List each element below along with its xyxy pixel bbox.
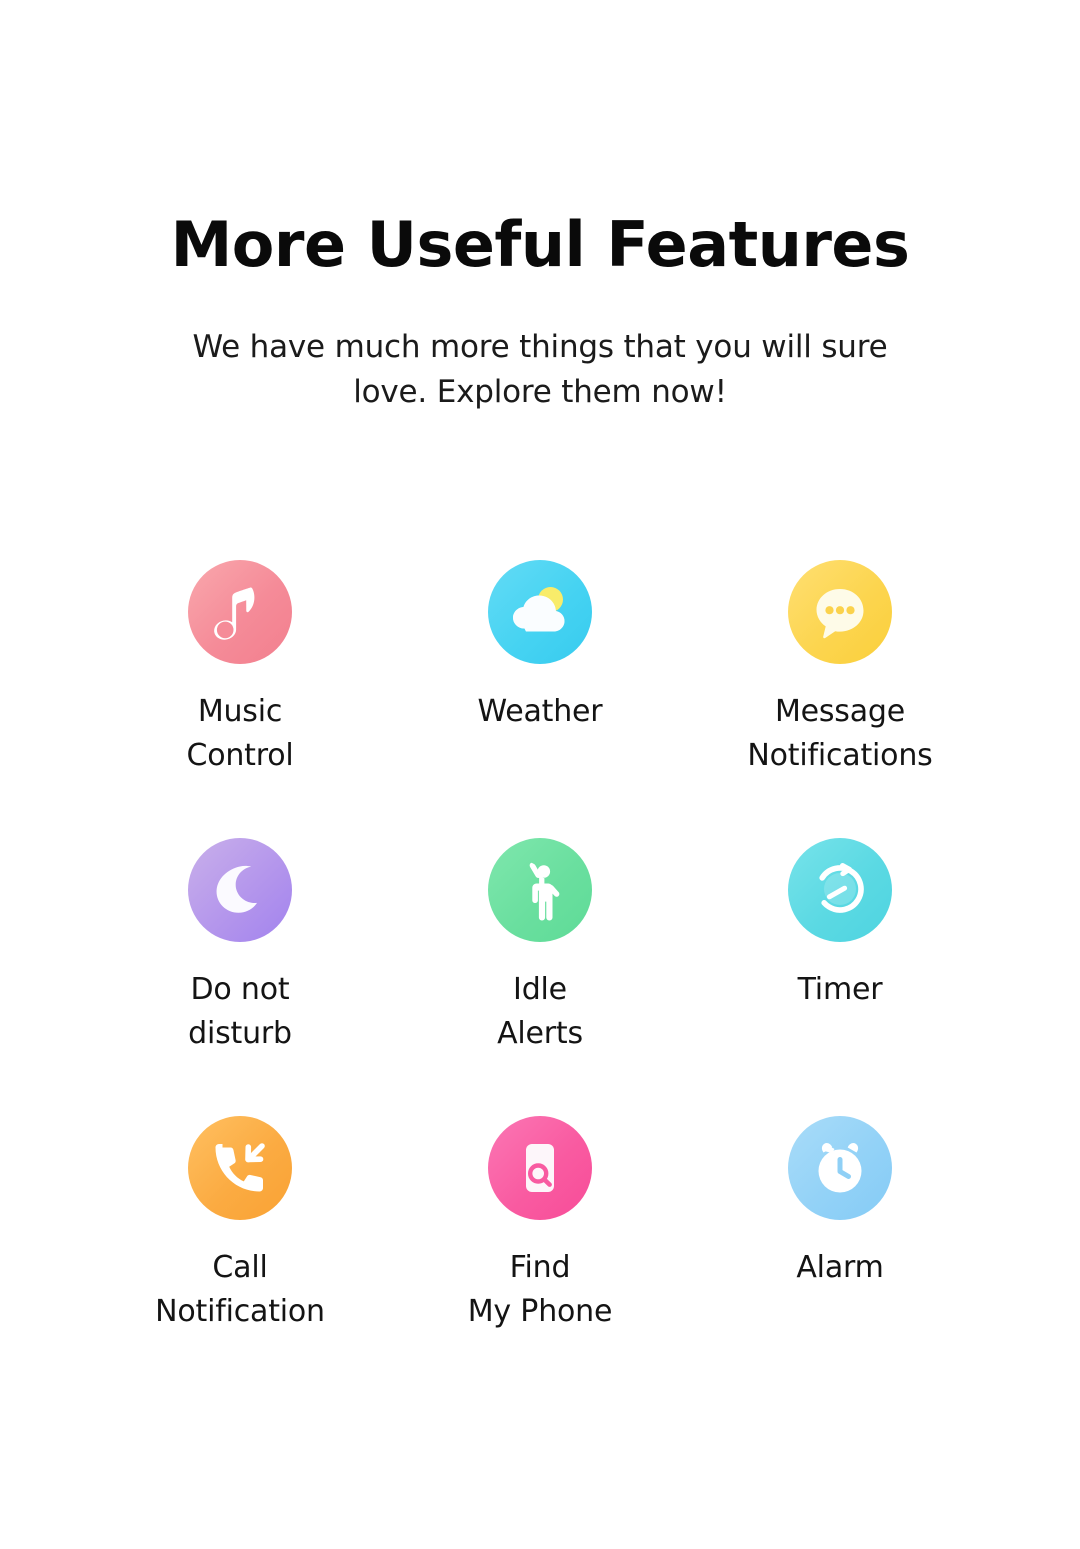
alarm-clock-icon[interactable] — [788, 1116, 892, 1220]
feature-item-timer[interactable]: Timer — [690, 838, 990, 1116]
incoming-call-icon[interactable] — [188, 1116, 292, 1220]
feature-label-music-control: Music Control — [186, 694, 294, 773]
feature-item-do-not-disturb[interactable]: Do not disturb — [90, 838, 390, 1116]
page-subtitle-line-2: love. Explore them now! — [353, 374, 727, 411]
feature-item-call-notification[interactable]: Call Notification — [90, 1116, 390, 1394]
feature-item-find-my-phone[interactable]: Find My Phone — [390, 1116, 690, 1394]
feature-label-call-notification: Call Notification — [155, 1250, 325, 1329]
feature-label-message-notifications: Message Notifications — [747, 694, 933, 773]
feature-item-idle-alerts[interactable]: Idle Alerts — [390, 838, 690, 1116]
feature-item-music-control[interactable]: Music Control — [90, 560, 390, 838]
crescent-moon-icon[interactable] — [188, 838, 292, 942]
feature-item-message-notifications[interactable]: Message Notifications — [690, 560, 990, 838]
feature-label-timer: Timer — [797, 972, 883, 1007]
feature-item-alarm[interactable]: Alarm — [690, 1116, 990, 1394]
music-note-icon[interactable] — [188, 560, 292, 664]
feature-label-weather: Weather — [477, 694, 603, 729]
feature-grid: Music Control Weather Message Notificati… — [90, 560, 990, 1394]
page-subtitle: We have much more things that you will s… — [0, 277, 1080, 415]
page-subtitle-line-1: We have much more things that you will s… — [192, 329, 888, 366]
features-page: More Useful Features We have much more t… — [0, 0, 1080, 1549]
feature-label-alarm: Alarm — [796, 1250, 884, 1285]
feature-label-find-my-phone: Find My Phone — [467, 1250, 613, 1329]
phone-search-icon[interactable] — [488, 1116, 592, 1220]
stopwatch-icon[interactable] — [788, 838, 892, 942]
cloud-sun-icon[interactable] — [488, 560, 592, 664]
feature-label-idle-alerts: Idle Alerts — [497, 972, 583, 1051]
page-header: More Useful Features We have much more t… — [0, 0, 1080, 415]
feature-label-do-not-disturb: Do not disturb — [188, 972, 292, 1051]
speech-bubble-icon[interactable] — [788, 560, 892, 664]
page-title: More Useful Features — [170, 208, 910, 281]
stretching-person-icon[interactable] — [488, 838, 592, 942]
feature-item-weather[interactable]: Weather — [390, 560, 690, 838]
